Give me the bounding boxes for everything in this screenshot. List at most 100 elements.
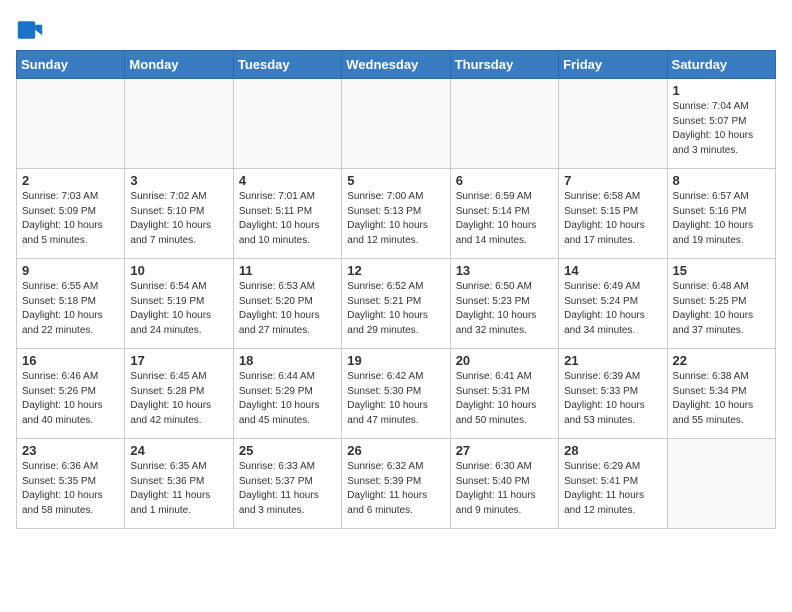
calendar-day-cell: 25 Sunrise: 6:33 AM Sunset: 5:37 PM Dayli… (233, 439, 341, 529)
weekday-header: Sunday (17, 51, 125, 79)
calendar-day-cell: 20 Sunrise: 6:41 AM Sunset: 5:31 PM Dayli… (450, 349, 558, 439)
calendar-week-row: 2 Sunrise: 7:03 AM Sunset: 5:09 PM Daylig… (17, 169, 776, 259)
day-number: 21 (564, 353, 661, 368)
calendar-day-cell (450, 79, 558, 169)
day-number: 1 (673, 83, 770, 98)
day-info: Sunrise: 6:46 AM Sunset: 5:26 PM Dayligh… (22, 370, 119, 428)
day-number: 10 (130, 263, 227, 278)
day-info: Sunrise: 6:42 AM Sunset: 5:30 PM Dayligh… (347, 370, 444, 428)
day-info: Sunrise: 6:35 AM Sunset: 5:36 PM Dayligh… (130, 460, 227, 518)
logo (16, 16, 48, 44)
weekday-header: Saturday (667, 51, 775, 79)
day-info: Sunrise: 7:03 AM Sunset: 5:09 PM Dayligh… (22, 190, 119, 248)
calendar-week-row: 9 Sunrise: 6:55 AM Sunset: 5:18 PM Daylig… (17, 259, 776, 349)
calendar-day-cell: 24 Sunrise: 6:35 AM Sunset: 5:36 PM Dayli… (125, 439, 233, 529)
calendar-day-cell: 5 Sunrise: 7:00 AM Sunset: 5:13 PM Daylig… (342, 169, 450, 259)
calendar-day-cell: 11Sunrise: 6:53 AM Sunset: 5:20 PM Dayli… (233, 259, 341, 349)
day-number: 9 (22, 263, 119, 278)
day-number: 20 (456, 353, 553, 368)
calendar-day-cell: 4 Sunrise: 7:01 AM Sunset: 5:11 PM Daylig… (233, 169, 341, 259)
day-number: 18 (239, 353, 336, 368)
calendar-day-cell: 27 Sunrise: 6:30 AM Sunset: 5:40 PM Dayli… (450, 439, 558, 529)
day-number: 27 (456, 443, 553, 458)
calendar-header-row: SundayMondayTuesdayWednesdayThursdayFrid… (17, 51, 776, 79)
weekday-header: Friday (559, 51, 667, 79)
calendar-day-cell: 22 Sunrise: 6:38 AM Sunset: 5:34 PM Dayli… (667, 349, 775, 439)
calendar-week-row: 1 Sunrise: 7:04 AM Sunset: 5:07 PM Daylig… (17, 79, 776, 169)
day-number: 12 (347, 263, 444, 278)
day-number: 16 (22, 353, 119, 368)
calendar-day-cell (559, 79, 667, 169)
calendar-day-cell (125, 79, 233, 169)
calendar-day-cell: 26 Sunrise: 6:32 AM Sunset: 5:39 PM Dayli… (342, 439, 450, 529)
day-number: 8 (673, 173, 770, 188)
day-number: 26 (347, 443, 444, 458)
calendar-day-cell: 2 Sunrise: 7:03 AM Sunset: 5:09 PM Daylig… (17, 169, 125, 259)
weekday-header: Thursday (450, 51, 558, 79)
day-info: Sunrise: 6:53 AM Sunset: 5:20 PM Dayligh… (239, 280, 336, 338)
page-header (16, 16, 776, 44)
day-number: 23 (22, 443, 119, 458)
day-info: Sunrise: 6:55 AM Sunset: 5:18 PM Dayligh… (22, 280, 119, 338)
day-info: Sunrise: 7:01 AM Sunset: 5:11 PM Dayligh… (239, 190, 336, 248)
calendar-day-cell: 23 Sunrise: 6:36 AM Sunset: 5:35 PM Dayli… (17, 439, 125, 529)
day-info: Sunrise: 6:49 AM Sunset: 5:24 PM Dayligh… (564, 280, 661, 338)
day-number: 2 (22, 173, 119, 188)
day-info: Sunrise: 6:50 AM Sunset: 5:23 PM Dayligh… (456, 280, 553, 338)
day-info: Sunrise: 6:39 AM Sunset: 5:33 PM Dayligh… (564, 370, 661, 428)
weekday-header: Tuesday (233, 51, 341, 79)
calendar-day-cell: 3 Sunrise: 7:02 AM Sunset: 5:10 PM Daylig… (125, 169, 233, 259)
day-number: 3 (130, 173, 227, 188)
calendar-day-cell: 7 Sunrise: 6:58 AM Sunset: 5:15 PM Daylig… (559, 169, 667, 259)
day-info: Sunrise: 6:57 AM Sunset: 5:16 PM Dayligh… (673, 190, 770, 248)
calendar-day-cell: 17 Sunrise: 6:45 AM Sunset: 5:28 PM Dayli… (125, 349, 233, 439)
weekday-header: Wednesday (342, 51, 450, 79)
day-number: 15 (673, 263, 770, 278)
day-info: Sunrise: 6:30 AM Sunset: 5:40 PM Dayligh… (456, 460, 553, 518)
day-number: 19 (347, 353, 444, 368)
day-info: Sunrise: 6:59 AM Sunset: 5:14 PM Dayligh… (456, 190, 553, 248)
calendar-week-row: 23 Sunrise: 6:36 AM Sunset: 5:35 PM Dayli… (17, 439, 776, 529)
day-info: Sunrise: 7:04 AM Sunset: 5:07 PM Dayligh… (673, 100, 770, 158)
day-info: Sunrise: 6:36 AM Sunset: 5:35 PM Dayligh… (22, 460, 119, 518)
day-info: Sunrise: 7:02 AM Sunset: 5:10 PM Dayligh… (130, 190, 227, 248)
day-number: 14 (564, 263, 661, 278)
day-info: Sunrise: 6:58 AM Sunset: 5:15 PM Dayligh… (564, 190, 661, 248)
day-number: 17 (130, 353, 227, 368)
calendar-day-cell (342, 79, 450, 169)
day-info: Sunrise: 6:45 AM Sunset: 5:28 PM Dayligh… (130, 370, 227, 428)
calendar-day-cell: 12Sunrise: 6:52 AM Sunset: 5:21 PM Dayli… (342, 259, 450, 349)
calendar-day-cell: 9 Sunrise: 6:55 AM Sunset: 5:18 PM Daylig… (17, 259, 125, 349)
calendar-day-cell: 15 Sunrise: 6:48 AM Sunset: 5:25 PM Dayli… (667, 259, 775, 349)
day-number: 5 (347, 173, 444, 188)
calendar-day-cell (17, 79, 125, 169)
day-info: Sunrise: 7:00 AM Sunset: 5:13 PM Dayligh… (347, 190, 444, 248)
calendar-day-cell (667, 439, 775, 529)
calendar-day-cell: 16 Sunrise: 6:46 AM Sunset: 5:26 PM Dayli… (17, 349, 125, 439)
day-number: 22 (673, 353, 770, 368)
calendar-day-cell: 6 Sunrise: 6:59 AM Sunset: 5:14 PM Daylig… (450, 169, 558, 259)
day-number: 7 (564, 173, 661, 188)
calendar-day-cell: 1 Sunrise: 7:04 AM Sunset: 5:07 PM Daylig… (667, 79, 775, 169)
day-number: 24 (130, 443, 227, 458)
calendar-day-cell: 18Sunrise: 6:44 AM Sunset: 5:29 PM Dayli… (233, 349, 341, 439)
day-info: Sunrise: 6:32 AM Sunset: 5:39 PM Dayligh… (347, 460, 444, 518)
calendar-table: SundayMondayTuesdayWednesdayThursdayFrid… (16, 50, 776, 529)
day-number: 28 (564, 443, 661, 458)
day-number: 13 (456, 263, 553, 278)
day-info: Sunrise: 6:48 AM Sunset: 5:25 PM Dayligh… (673, 280, 770, 338)
day-number: 6 (456, 173, 553, 188)
day-info: Sunrise: 6:33 AM Sunset: 5:37 PM Dayligh… (239, 460, 336, 518)
day-info: Sunrise: 6:41 AM Sunset: 5:31 PM Dayligh… (456, 370, 553, 428)
calendar-day-cell: 14 Sunrise: 6:49 AM Sunset: 5:24 PM Dayli… (559, 259, 667, 349)
day-number: 25 (239, 443, 336, 458)
day-info: Sunrise: 6:54 AM Sunset: 5:19 PM Dayligh… (130, 280, 227, 338)
day-number: 4 (239, 173, 336, 188)
calendar-week-row: 16 Sunrise: 6:46 AM Sunset: 5:26 PM Dayli… (17, 349, 776, 439)
calendar-day-cell (233, 79, 341, 169)
calendar-day-cell: 8 Sunrise: 6:57 AM Sunset: 5:16 PM Daylig… (667, 169, 775, 259)
calendar-day-cell: 28Sunrise: 6:29 AM Sunset: 5:41 PM Dayli… (559, 439, 667, 529)
day-info: Sunrise: 6:38 AM Sunset: 5:34 PM Dayligh… (673, 370, 770, 428)
calendar-day-cell: 21 Sunrise: 6:39 AM Sunset: 5:33 PM Dayli… (559, 349, 667, 439)
calendar-day-cell: 10 Sunrise: 6:54 AM Sunset: 5:19 PM Dayli… (125, 259, 233, 349)
